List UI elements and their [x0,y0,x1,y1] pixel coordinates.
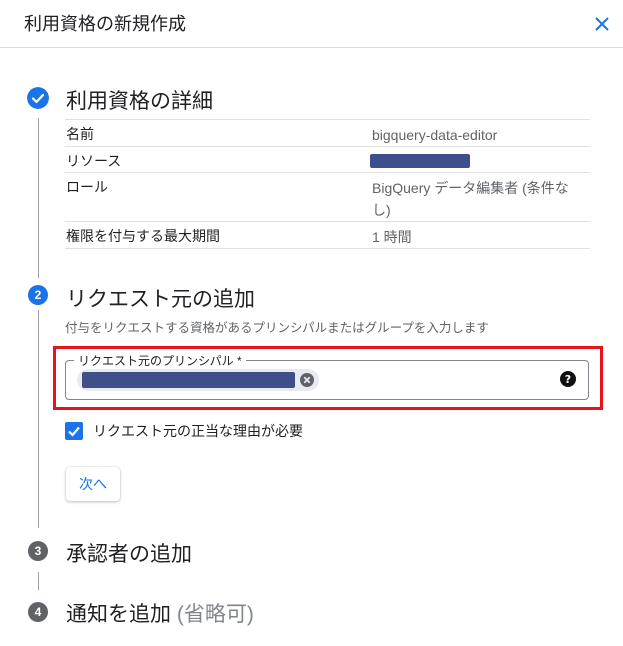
step4-title[interactable]: 通知を追加 (省略可) [66,598,254,628]
dialog-header: 利用資格の新規作成 [0,0,623,48]
justification-label: リクエスト元の正当な理由が必要 [93,423,303,439]
requester-principal-label: リクエスト元のプリンシパル * [74,352,246,369]
detail-row-role: ロール BigQuery データ編集者 (条件なし) [65,172,590,222]
dialog-title: 利用資格の新規作成 [24,14,186,34]
detail-value: bigquery-data-editor [372,127,498,143]
detail-key: 名前 [66,126,94,142]
justification-checkbox[interactable] [65,422,83,440]
step2-title: リクエスト元の追加 [66,288,255,311]
remove-chip-icon[interactable] [299,372,315,388]
detail-key: リソース [66,153,122,169]
step4-number: 4 [28,602,48,622]
checkmark-icon [68,426,80,437]
svg-text:?: ? [565,373,571,386]
detail-key: ロール [66,179,108,195]
step4-title-text: 通知を追加 [66,603,171,626]
step3-title[interactable]: 承認者の追加 [66,538,192,568]
redacted-principal [82,372,295,388]
next-button[interactable]: 次へ [66,467,120,501]
principal-chip[interactable] [77,369,319,391]
stepper-line-1 [38,118,39,278]
detail-row-duration: 権限を付与する最大期間 1 時間 [65,221,590,249]
detail-value: 1 時間 [372,229,412,245]
close-icon[interactable] [590,12,614,36]
help-icon[interactable]: ? [560,371,576,387]
step4-optional: (省略可) [176,603,254,626]
stepper-line-2 [38,310,39,528]
stepper-line-3 [38,572,39,590]
detail-row-name: 名前 bigquery-data-editor [65,119,590,147]
redacted-resource [370,154,470,168]
step2-description: 付与をリクエストする資格があるプリンシパルまたはグループを入力します [65,321,489,335]
detail-row-resource: リソース [65,146,590,173]
detail-value: BigQuery データ編集者 (条件なし) [372,180,569,218]
step1-title: 利用資格の詳細 [66,90,213,113]
step3-number: 3 [28,541,48,561]
detail-key: 権限を付与する最大期間 [66,228,220,244]
check-circle-icon [27,87,49,109]
step2-number: 2 [28,285,48,305]
